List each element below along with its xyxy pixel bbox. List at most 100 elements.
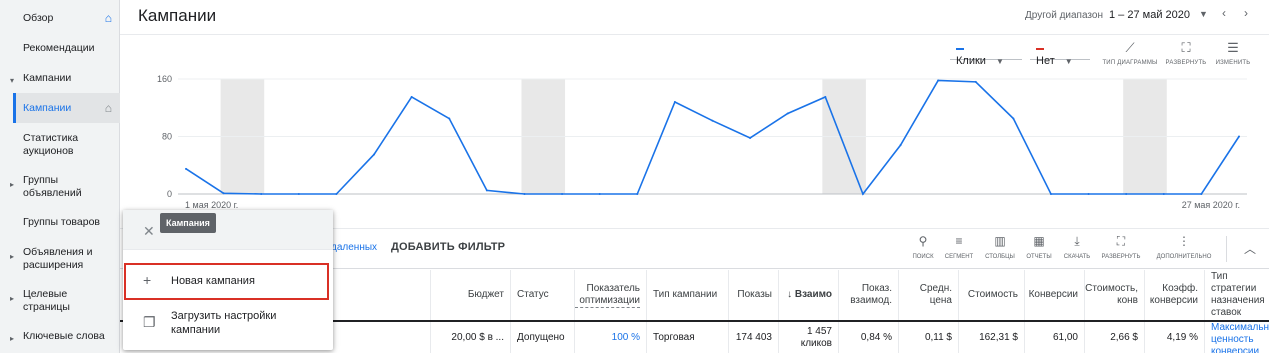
col-interactions[interactable]: ↓ Взаимо xyxy=(778,270,838,320)
data-point[interactable] xyxy=(1125,193,1128,195)
header-label: Тип кампании xyxy=(653,289,718,300)
col-bid-strategy[interactable]: Тип стратегии назначения ставок xyxy=(1204,270,1269,320)
close-icon[interactable]: ✕ xyxy=(143,223,155,240)
filter-chip-link[interactable]: даленных xyxy=(331,242,377,253)
clicks-line-chart: 160 80 0 1 мая 2020 г. 27 мая 2020 г. xyxy=(157,74,1247,210)
data-point[interactable] xyxy=(786,112,789,115)
data-point[interactable] xyxy=(1049,193,1052,195)
chevron-right-icon[interactable]: › xyxy=(1244,6,1248,20)
sidebar-item-label: Группы объявлений xyxy=(23,174,82,199)
tool-label: изменить xyxy=(1215,60,1251,66)
more-button[interactable]: ⋮ дополнительно xyxy=(1154,234,1214,261)
data-point[interactable] xyxy=(1238,135,1240,138)
data-point[interactable] xyxy=(824,95,827,98)
sidebar-item-ad-groups[interactable]: ▸ Группы объявлений xyxy=(0,174,100,200)
more-vert-icon: ⋮ xyxy=(1178,234,1190,248)
chevron-left-icon[interactable]: ‹ xyxy=(1222,6,1226,20)
col-status[interactable]: Статус xyxy=(510,270,574,320)
col-cost[interactable]: Стоимость xyxy=(958,270,1024,320)
data-point[interactable] xyxy=(260,193,263,195)
caret-down-icon[interactable]: ▼ xyxy=(1199,9,1208,19)
data-point[interactable] xyxy=(222,192,225,195)
metric-selector-secondary[interactable]: Нет ▼ xyxy=(1030,40,1090,67)
download-icon: ⤓ xyxy=(1074,234,1080,248)
data-point[interactable] xyxy=(185,167,187,170)
data-point[interactable] xyxy=(636,193,639,195)
cell-conv-rate: 4,19 % xyxy=(1144,322,1204,353)
sidebar-item-recommendations[interactable]: Рекомендации xyxy=(0,42,120,55)
data-point[interactable] xyxy=(335,193,338,195)
tool-label: скачать xyxy=(1063,254,1091,260)
cell-bid-strategy[interactable]: Максимальная ценность конверсии xyxy=(1204,322,1269,353)
chart-type-button[interactable]: ⟋ тип диаграммы xyxy=(1100,40,1160,67)
segment-button[interactable]: ≡ сегмент xyxy=(939,234,979,261)
expand-table-button[interactable]: ⛶ развернуть xyxy=(1101,234,1141,261)
y-tick-label: 160 xyxy=(157,74,172,84)
add-filter-button[interactable]: ДОБАВИТЬ ФИЛЬТР xyxy=(391,241,505,253)
sidebar-item-label: Кампании xyxy=(23,102,72,114)
col-cost-per-conv[interactable]: Стоимость, конв xyxy=(1084,270,1144,320)
data-point[interactable] xyxy=(297,193,300,195)
tool-label: тип диаграммы xyxy=(1102,60,1158,66)
col-budget[interactable]: Бюджет xyxy=(430,270,510,320)
header-label: ↓ Взаимо xyxy=(787,289,832,300)
data-point[interactable] xyxy=(673,101,676,103)
col-campaign-type[interactable]: Тип кампании xyxy=(646,270,728,320)
upload-settings-item[interactable]: ❐ Загрузить настройки кампании xyxy=(123,306,333,344)
date-range-label: Другой диапазон xyxy=(1025,10,1103,21)
sidebar-item-campaigns[interactable]: Кампании ⌂ xyxy=(0,102,120,115)
cell-cost: 162,31 $ xyxy=(958,322,1024,353)
data-point[interactable] xyxy=(711,119,714,122)
tune-icon: ☰ xyxy=(1227,40,1239,55)
data-point[interactable] xyxy=(1087,193,1090,195)
columns-button[interactable]: ▥ столбцы xyxy=(980,234,1020,261)
data-point[interactable] xyxy=(899,144,902,147)
sidebar-item-overview[interactable]: Обзор ⌂ xyxy=(0,12,120,25)
col-conversions[interactable]: Конверсии xyxy=(1024,270,1084,320)
chevron-up-icon[interactable]: ︿ xyxy=(1244,240,1256,257)
sidebar-item-label: Целевые страницы xyxy=(23,288,70,313)
data-point[interactable] xyxy=(561,193,564,195)
data-point[interactable] xyxy=(937,79,940,82)
data-point[interactable] xyxy=(861,193,864,195)
data-point[interactable] xyxy=(1162,193,1165,195)
data-point[interactable] xyxy=(749,136,752,139)
header-label: Показ. взаимод. xyxy=(850,283,892,306)
reports-button[interactable]: ▦ отчеты xyxy=(1019,234,1059,261)
data-point[interactable] xyxy=(485,189,488,192)
col-interaction-rate[interactable]: Показ. взаимод. xyxy=(838,270,898,320)
sidebar-item-product-groups[interactable]: Группы товаров xyxy=(0,216,120,229)
data-point[interactable] xyxy=(598,193,601,195)
data-point[interactable] xyxy=(523,193,526,195)
col-impressions[interactable]: Показы xyxy=(728,270,778,320)
adjust-chart-button[interactable]: ☰ изменить xyxy=(1203,40,1263,67)
search-icon: ⚲ xyxy=(918,234,928,248)
home-icon: ⌂ xyxy=(104,11,112,25)
cell-budget[interactable]: 20,00 $ в ... xyxy=(430,322,510,353)
sidebar-group-campaigns[interactable]: ▾ Кампании xyxy=(0,72,120,85)
data-point[interactable] xyxy=(448,117,451,120)
header-label: Показатель оптимизации xyxy=(575,283,640,308)
header-label: Бюджет xyxy=(467,289,504,300)
col-optimization-score[interactable]: Показатель оптимизации xyxy=(574,270,646,320)
x-tick-label: 1 мая 2020 г. xyxy=(185,200,238,210)
cell-conversions: 61,00 xyxy=(1024,322,1084,353)
col-conv-rate[interactable]: Коэфф. конверсии xyxy=(1144,270,1204,320)
data-point[interactable] xyxy=(1200,193,1203,195)
download-button[interactable]: ⤓ скачать xyxy=(1057,234,1097,261)
data-point[interactable] xyxy=(974,80,977,83)
col-avg-cost[interactable]: Средн. цена xyxy=(898,270,958,320)
search-button[interactable]: ⚲ поиск xyxy=(903,234,943,261)
data-point[interactable] xyxy=(410,95,413,98)
data-point[interactable] xyxy=(373,153,376,156)
date-range-picker[interactable]: 1 – 27 май 2020 xyxy=(1109,9,1190,21)
caret-right-icon: ▸ xyxy=(10,252,15,261)
sidebar-item-auction-stats[interactable]: Статистика аукционов xyxy=(0,132,100,158)
metric-selector-primary[interactable]: Клики ▼ xyxy=(950,40,1022,67)
sidebar-item-landing-pages[interactable]: ▸ Целевые страницы xyxy=(0,288,80,314)
data-point[interactable] xyxy=(1012,117,1015,120)
sidebar-item-keywords[interactable]: ▸ Ключевые слова xyxy=(0,330,120,343)
sidebar-item-ads-extensions[interactable]: ▸ Объявления и расширения xyxy=(0,246,100,272)
cell-campaign-type: Торговая xyxy=(646,322,728,353)
cell-optimization-score[interactable]: 100 % xyxy=(574,322,646,353)
